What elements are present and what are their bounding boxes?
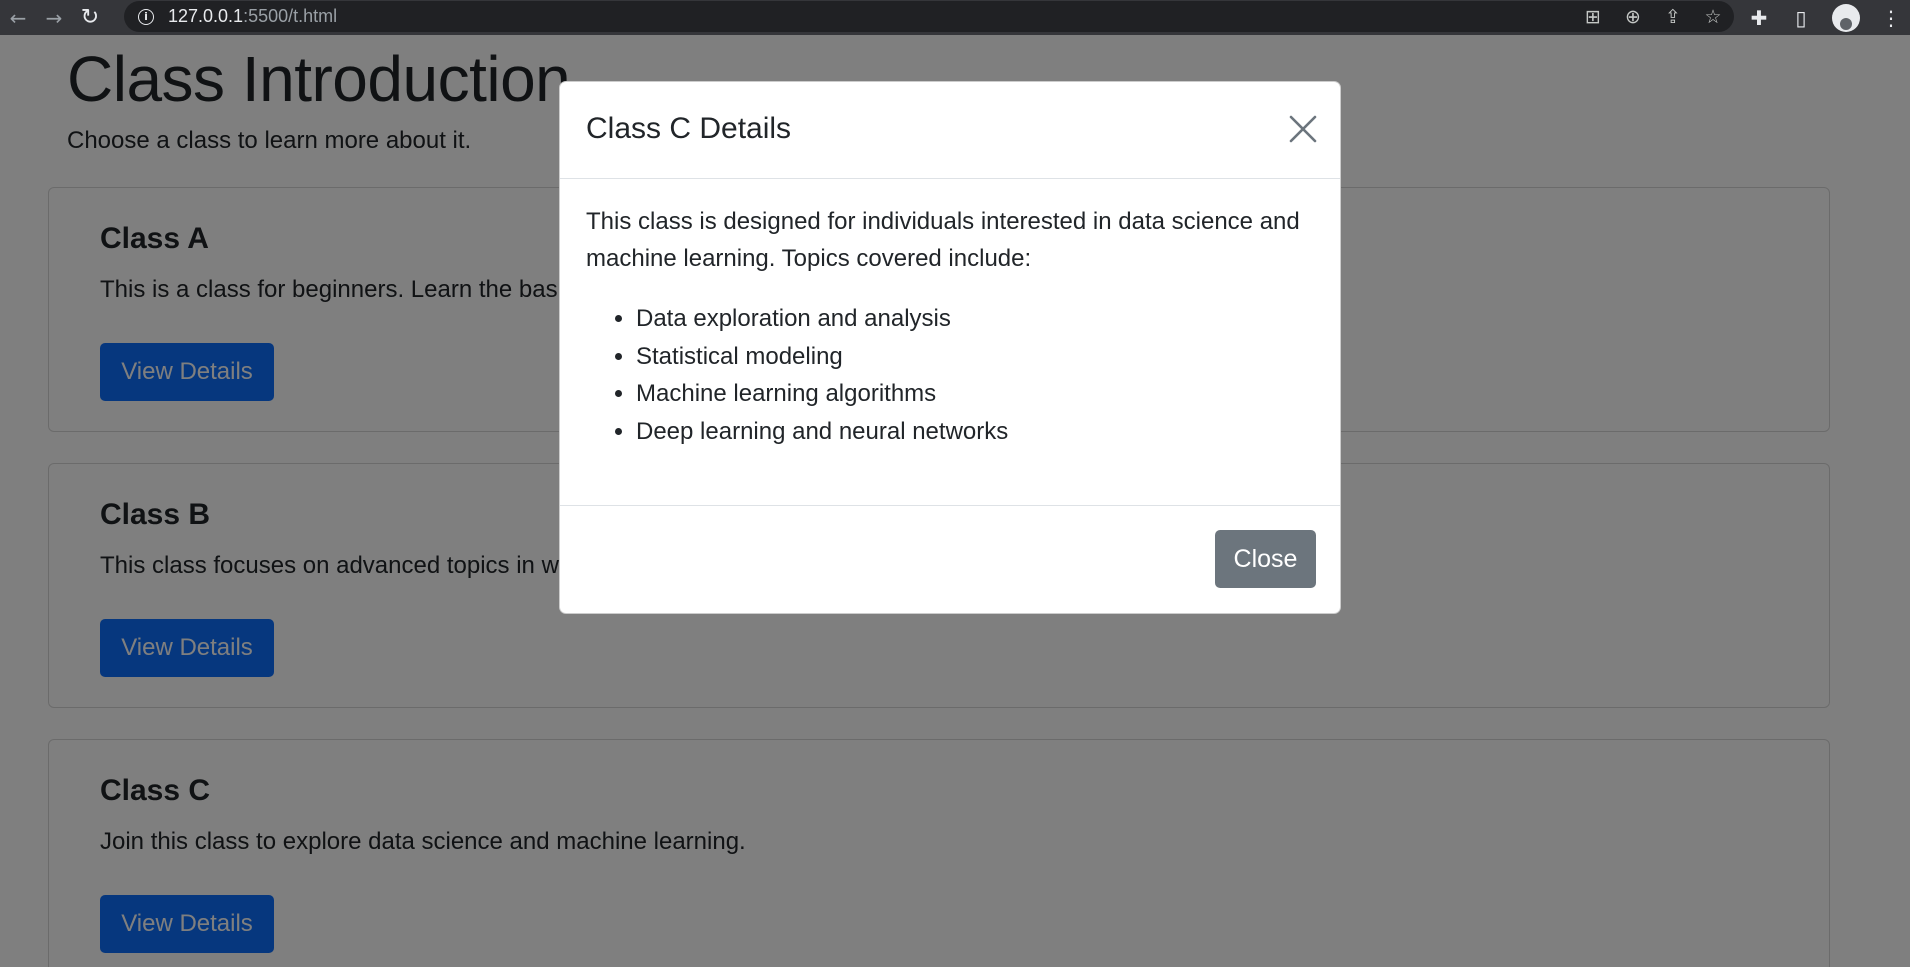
list-item: Machine learning algorithms xyxy=(636,375,1314,413)
modal-body: This class is designed for individuals i… xyxy=(560,179,1340,505)
list-item: Deep learning and neural networks xyxy=(636,413,1314,451)
zoom-icon[interactable]: ⊕ xyxy=(1622,6,1644,28)
modal-footer: Close xyxy=(560,505,1340,613)
share-icon[interactable]: ⇪ xyxy=(1662,6,1684,28)
url-text[interactable]: 127.0.0.1:5500/t.html xyxy=(168,6,337,27)
topics-list: Data exploration and analysis Statistica… xyxy=(586,300,1314,450)
profile-avatar[interactable] xyxy=(1832,3,1860,32)
menu-kebab-icon[interactable]: ⋮ xyxy=(1880,6,1902,30)
reload-icon[interactable]: ↻ xyxy=(72,0,108,35)
browser-toolbar: ← → ↻ i 127.0.0.1:5500/t.html ⊞ ⊕ ⇪ ☆ ✚ … xyxy=(0,0,1910,35)
site-info-icon[interactable]: i xyxy=(138,8,154,25)
close-button[interactable]: Close xyxy=(1215,530,1316,588)
address-bar[interactable]: i 127.0.0.1:5500/t.html ⊞ ⊕ ⇪ ☆ xyxy=(124,1,1734,32)
modal-description: This class is designed for individuals i… xyxy=(586,208,1300,272)
modal-header: Class C Details xyxy=(560,82,1340,179)
close-icon xyxy=(1289,115,1317,143)
url-host: 127.0.0.1 xyxy=(168,6,244,26)
list-item: Statistical modeling xyxy=(636,338,1314,376)
extensions-icon[interactable]: ✚ xyxy=(1748,6,1770,30)
modal-title: Class C Details xyxy=(586,112,792,145)
side-panel-icon[interactable]: ▯ xyxy=(1790,6,1812,30)
translate-icon[interactable]: ⊞ xyxy=(1582,6,1604,28)
url-path: :5500/t.html xyxy=(243,6,338,26)
forward-icon[interactable]: → xyxy=(36,0,72,35)
back-icon[interactable]: ← xyxy=(0,0,36,35)
class-details-modal: Class C Details This class is designed f… xyxy=(559,81,1341,614)
modal-close-x-button[interactable] xyxy=(1286,112,1320,146)
bookmark-star-icon[interactable]: ☆ xyxy=(1702,6,1724,28)
list-item: Data exploration and analysis xyxy=(636,300,1314,338)
